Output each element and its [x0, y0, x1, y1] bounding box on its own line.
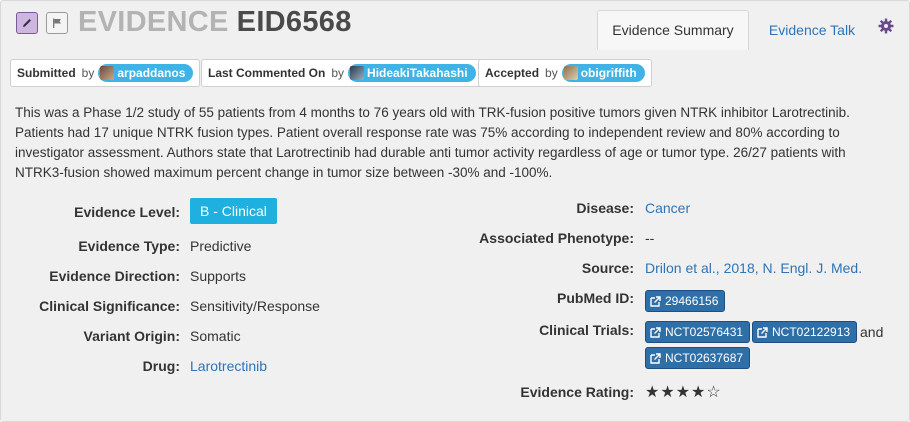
external-link-icon [650, 295, 661, 307]
pencil-icon [23, 19, 31, 27]
tab-evidence-talk[interactable]: Evidence Talk [757, 10, 867, 50]
pubmed-id-value: 29466156 [665, 294, 719, 308]
clinical-trial-button[interactable]: NCT02122913 [752, 321, 858, 343]
user-name: HideakiTakahashi [367, 66, 468, 80]
pubmed-id-label: PubMed ID: [557, 290, 634, 306]
by-label: by [81, 66, 95, 80]
avatar [100, 66, 115, 80]
user-tag-submitter[interactable]: arpaddanos [98, 64, 194, 82]
evidence-direction-label: Evidence Direction: [49, 268, 180, 284]
tab-evidence-summary[interactable]: Evidence Summary [597, 10, 749, 50]
evidence-rating-stars: ★★★★☆ [645, 384, 722, 401]
edit-button[interactable] [16, 12, 38, 34]
evidence-level-badge: B - Clinical [190, 198, 277, 224]
clinical-trial-button[interactable]: NCT02637687 [645, 347, 751, 369]
clinical-trial-id: NCT02576431 [665, 325, 744, 339]
evidence-type-label: Evidence Type: [78, 238, 180, 254]
disease-label: Disease: [576, 200, 634, 216]
pubmed-id-button[interactable]: 29466156 [645, 290, 726, 312]
clinical-trials-label: Clinical Trials: [539, 322, 634, 338]
page-title: EVIDENCE EID6568 [78, 6, 352, 39]
external-link-icon [757, 326, 768, 338]
evidence-description: This was a Phase 1/2 study of 55 patient… [15, 105, 850, 180]
commented-chip: Last Commented On by HideakiTakahashi [201, 59, 483, 87]
clinical-trial-id: NCT02637687 [665, 351, 744, 365]
disease-link[interactable]: Cancer [645, 200, 690, 216]
associated-phenotype-label: Associated Phenotype: [479, 230, 634, 246]
associated-phenotype-value: -- [645, 230, 655, 246]
flag-button[interactable] [46, 12, 68, 34]
flag-icon [53, 18, 61, 28]
clinical-significance-label: Clinical Significance: [39, 298, 180, 314]
commented-label: Last Commented On [208, 66, 326, 80]
clinical-trial-button[interactable]: NCT02576431 [645, 321, 751, 343]
title-label: EVIDENCE [78, 6, 229, 38]
clinical-trials-joiner: and [860, 324, 884, 340]
evidence-id: EID6568 [236, 6, 352, 38]
variant-origin-label: Variant Origin: [83, 328, 180, 344]
accepted-chip: Accepted by obigriffith [478, 59, 652, 87]
clinical-trial-id: NCT02122913 [772, 325, 851, 339]
evidence-type-value: Predictive [190, 238, 252, 254]
by-label: by [331, 66, 345, 80]
avatar [350, 66, 365, 80]
external-link-icon [650, 326, 661, 338]
evidence-rating-label: Evidence Rating: [520, 384, 634, 400]
drug-link[interactable]: Larotrectinib [190, 358, 267, 374]
drug-label: Drug: [142, 358, 180, 374]
clinical-significance-value: Sensitivity/Response [190, 298, 320, 314]
avatar [563, 66, 578, 80]
user-tag-acceptor[interactable]: obigriffith [561, 64, 645, 82]
evidence-direction-value: Supports [190, 268, 247, 284]
submitted-chip: Submitted by arpaddanos [10, 59, 201, 87]
source-label: Source: [581, 260, 634, 276]
by-label: by [545, 66, 558, 80]
gear-icon[interactable] [878, 18, 894, 34]
user-tag-commenter[interactable]: HideakiTakahashi [348, 64, 476, 82]
source-link[interactable]: Drilon et al., 2018, N. Engl. J. Med. [645, 260, 862, 276]
accepted-label: Accepted [485, 66, 540, 80]
evidence-level-label: Evidence Level: [74, 204, 180, 220]
submitted-label: Submitted [17, 66, 76, 80]
user-name: obigriffith [580, 66, 637, 80]
variant-origin-value: Somatic [190, 328, 241, 344]
user-name: arpaddanos [117, 66, 186, 80]
external-link-icon [650, 352, 661, 364]
